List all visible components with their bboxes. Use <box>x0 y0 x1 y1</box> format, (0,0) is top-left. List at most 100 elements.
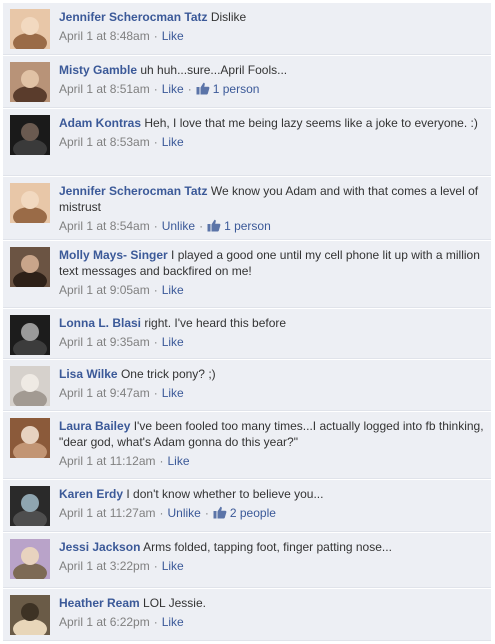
separator-dot: · <box>153 82 158 96</box>
avatar[interactable] <box>10 9 50 49</box>
comment-body: Heather Ream LOL Jessie. April 1 at 6:22p… <box>59 595 485 630</box>
comment-text: One trick pony? ;) <box>120 367 216 381</box>
avatar[interactable] <box>10 486 50 526</box>
comment-timestamp: April 1 at 8:48am <box>59 29 150 43</box>
comment-body: Lisa Wilke One trick pony? ;) April 1 at … <box>59 366 485 401</box>
comment-timestamp: April 1 at 11:27am <box>59 506 156 520</box>
comment-item: Jennifer Scherocman Tatz We know you Ada… <box>3 177 491 240</box>
likes-count-label: 1 person <box>224 219 271 233</box>
like-button[interactable]: Like <box>162 283 184 297</box>
comment-meta: April 1 at 8:51am · Like · 1 person <box>59 81 485 97</box>
thumbs-up-icon <box>207 219 221 232</box>
comment-author-link[interactable]: Lisa Wilke <box>59 367 118 381</box>
comment-body: Jessi Jackson Arms folded, tapping foot,… <box>59 539 485 574</box>
comment-list: Jennifer Scherocman Tatz Dislike April 1 … <box>0 0 495 644</box>
comment-item: Adam Kontras Heh, I love that me being l… <box>3 109 491 176</box>
comment-meta: April 1 at 11:27am · Unlike · 2 people <box>59 505 485 521</box>
avatar[interactable] <box>10 247 50 287</box>
comment-timestamp: April 1 at 6:22pm <box>59 615 150 629</box>
comment-item: Jessi Jackson Arms folded, tapping foot,… <box>3 533 491 588</box>
separator-dot: · <box>153 283 158 297</box>
like-button[interactable]: Like <box>162 335 184 349</box>
comment-meta: April 1 at 11:12am · Like <box>59 453 485 469</box>
comment-item: Lonna L. Blasi right. I've heard this be… <box>3 309 491 359</box>
like-button[interactable]: Like <box>162 29 184 43</box>
comment-meta: April 1 at 9:47am · Like <box>59 385 485 401</box>
avatar[interactable] <box>10 62 50 102</box>
comment-body: Molly Mays- Singer I played a good one u… <box>59 247 485 298</box>
likes-count-label: 1 person <box>212 82 260 96</box>
comment-text: right. I've heard this before <box>144 316 287 330</box>
comment-author-link[interactable]: Misty Gamble <box>59 63 137 77</box>
comment-author-link[interactable]: Jennifer Scherocman Tatz <box>59 184 208 198</box>
comment-timestamp: April 1 at 8:53am <box>59 135 150 149</box>
comment-body: Adam Kontras Heh, I love that me being l… <box>59 115 485 150</box>
comment-item: Karen Erdy I don't know whether to belie… <box>3 480 491 532</box>
comment-author-link[interactable]: Molly Mays- Singer <box>59 248 168 262</box>
avatar[interactable] <box>10 595 50 635</box>
separator-dot: · <box>204 506 209 520</box>
comment-item: Heather Ream LOL Jessie. April 1 at 6:22p… <box>3 589 491 641</box>
like-button[interactable]: Like <box>162 615 184 629</box>
like-button[interactable]: Unlike <box>162 219 195 233</box>
comment-item: Laura Bailey I've been fooled too many t… <box>3 412 491 479</box>
comment-text: Arms folded, tapping foot, finger pattin… <box>143 540 392 554</box>
avatar[interactable] <box>10 315 50 355</box>
avatar[interactable] <box>10 539 50 579</box>
comment-author-link[interactable]: Karen Erdy <box>59 487 123 501</box>
separator-dot: · <box>153 335 158 349</box>
comment-timestamp: April 1 at 11:12am <box>59 454 156 468</box>
thumbs-up-icon <box>196 82 210 95</box>
like-button[interactable]: Like <box>162 135 184 149</box>
avatar[interactable] <box>10 183 50 223</box>
comment-timestamp: April 1 at 9:35am <box>59 335 150 349</box>
comment-body: Karen Erdy I don't know whether to belie… <box>59 486 485 521</box>
avatar[interactable] <box>10 366 50 406</box>
separator-dot: · <box>199 219 204 233</box>
separator-dot: · <box>153 135 158 149</box>
comment-text: I don't know whether to believe you... <box>126 487 324 501</box>
likes-count-link[interactable]: 2 people <box>213 506 276 520</box>
comment-item: Misty Gamble uh huh...sure...April Fools… <box>3 56 491 108</box>
comment-meta: April 1 at 8:53am · Like <box>59 134 485 150</box>
like-button[interactable]: Like <box>162 82 184 96</box>
comment-body: Misty Gamble uh huh...sure...April Fools… <box>59 62 485 97</box>
avatar[interactable] <box>10 115 50 155</box>
comment-body: Jennifer Scherocman Tatz Dislike April 1 … <box>59 9 485 44</box>
avatar[interactable] <box>10 418 50 458</box>
comment-meta: April 1 at 3:22pm · Like <box>59 558 485 574</box>
comment-body: Laura Bailey I've been fooled too many t… <box>59 418 485 469</box>
thumbs-up-icon <box>213 506 227 519</box>
separator-dot: · <box>153 29 158 43</box>
likes-count-link[interactable]: 1 person <box>207 219 271 233</box>
comment-author-link[interactable]: Laura Bailey <box>59 419 130 433</box>
separator-dot: · <box>159 506 164 520</box>
comment-meta: April 1 at 9:35am · Like <box>59 334 485 350</box>
comment-author-link[interactable]: Adam Kontras <box>59 116 141 130</box>
like-button[interactable]: Like <box>168 454 190 468</box>
like-button[interactable]: Unlike <box>168 506 201 520</box>
comment-meta: April 1 at 8:54am · Unlike · 1 person <box>59 218 485 234</box>
separator-dot: · <box>159 454 164 468</box>
comment-meta: April 1 at 8:48am · Like <box>59 28 485 44</box>
comment-meta: April 1 at 6:22pm · Like <box>59 614 485 630</box>
comment-body: Lonna L. Blasi right. I've heard this be… <box>59 315 485 350</box>
comment-item: Jennifer Scherocman Tatz Dislike April 1 … <box>3 3 491 55</box>
comment-text: LOL Jessie. <box>143 596 206 610</box>
comment-author-link[interactable]: Jennifer Scherocman Tatz <box>59 10 208 24</box>
separator-dot: · <box>153 615 158 629</box>
like-button[interactable]: Like <box>162 559 184 573</box>
likes-count-label: 2 people <box>229 506 276 520</box>
comment-item: Molly Mays- Singer I played a good one u… <box>3 241 491 308</box>
comment-text: Heh, I love that me being lazy seems lik… <box>144 116 478 130</box>
comment-meta: April 1 at 9:05am · Like <box>59 282 485 298</box>
separator-dot: · <box>187 82 192 96</box>
comment-timestamp: April 1 at 3:22pm <box>59 559 150 573</box>
like-button[interactable]: Like <box>162 386 184 400</box>
comment-author-link[interactable]: Jessi Jackson <box>59 540 140 554</box>
likes-count-link[interactable]: 1 person <box>196 82 260 96</box>
comment-timestamp: April 1 at 9:05am <box>59 283 150 297</box>
comment-author-link[interactable]: Lonna L. Blasi <box>59 316 141 330</box>
separator-dot: · <box>153 386 158 400</box>
comment-author-link[interactable]: Heather Ream <box>59 596 140 610</box>
